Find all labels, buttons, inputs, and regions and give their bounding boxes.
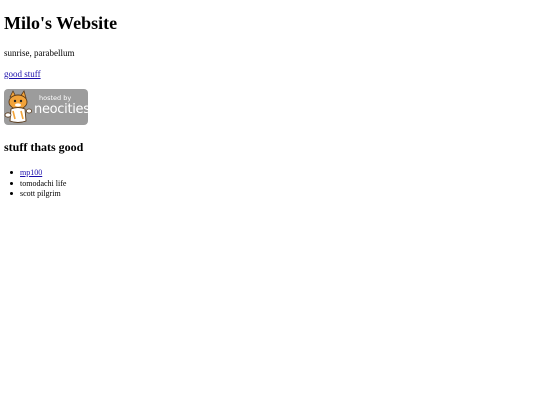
bullet-icon <box>10 192 13 195</box>
neocities-badge[interactable]: hosted by neocities <box>4 89 88 125</box>
section-heading: stuff thats good <box>4 140 84 154</box>
list-item-label: tomodachi life <box>20 178 67 188</box>
neocities-cat-logo-icon <box>4 90 32 123</box>
badge-neocities: neocities <box>34 102 88 117</box>
bullet-icon <box>10 171 13 174</box>
tagline: sunrise, parabellum <box>4 48 75 58</box>
mp100-link[interactable]: mp100 <box>20 168 42 177</box>
list-item: mp100 <box>10 168 66 179</box>
good-stuff-list: mp100 tomodachi life scott pilgrim <box>4 168 66 200</box>
list-item: scott pilgrim <box>10 189 66 200</box>
list-item-label: scott pilgrim <box>20 189 61 198</box>
bullet-icon <box>10 181 13 185</box>
page-title: Milo's Website <box>4 13 118 33</box>
good-stuff-link[interactable]: good stuff <box>4 68 41 80</box>
list-item: tomodachi life <box>10 178 67 190</box>
